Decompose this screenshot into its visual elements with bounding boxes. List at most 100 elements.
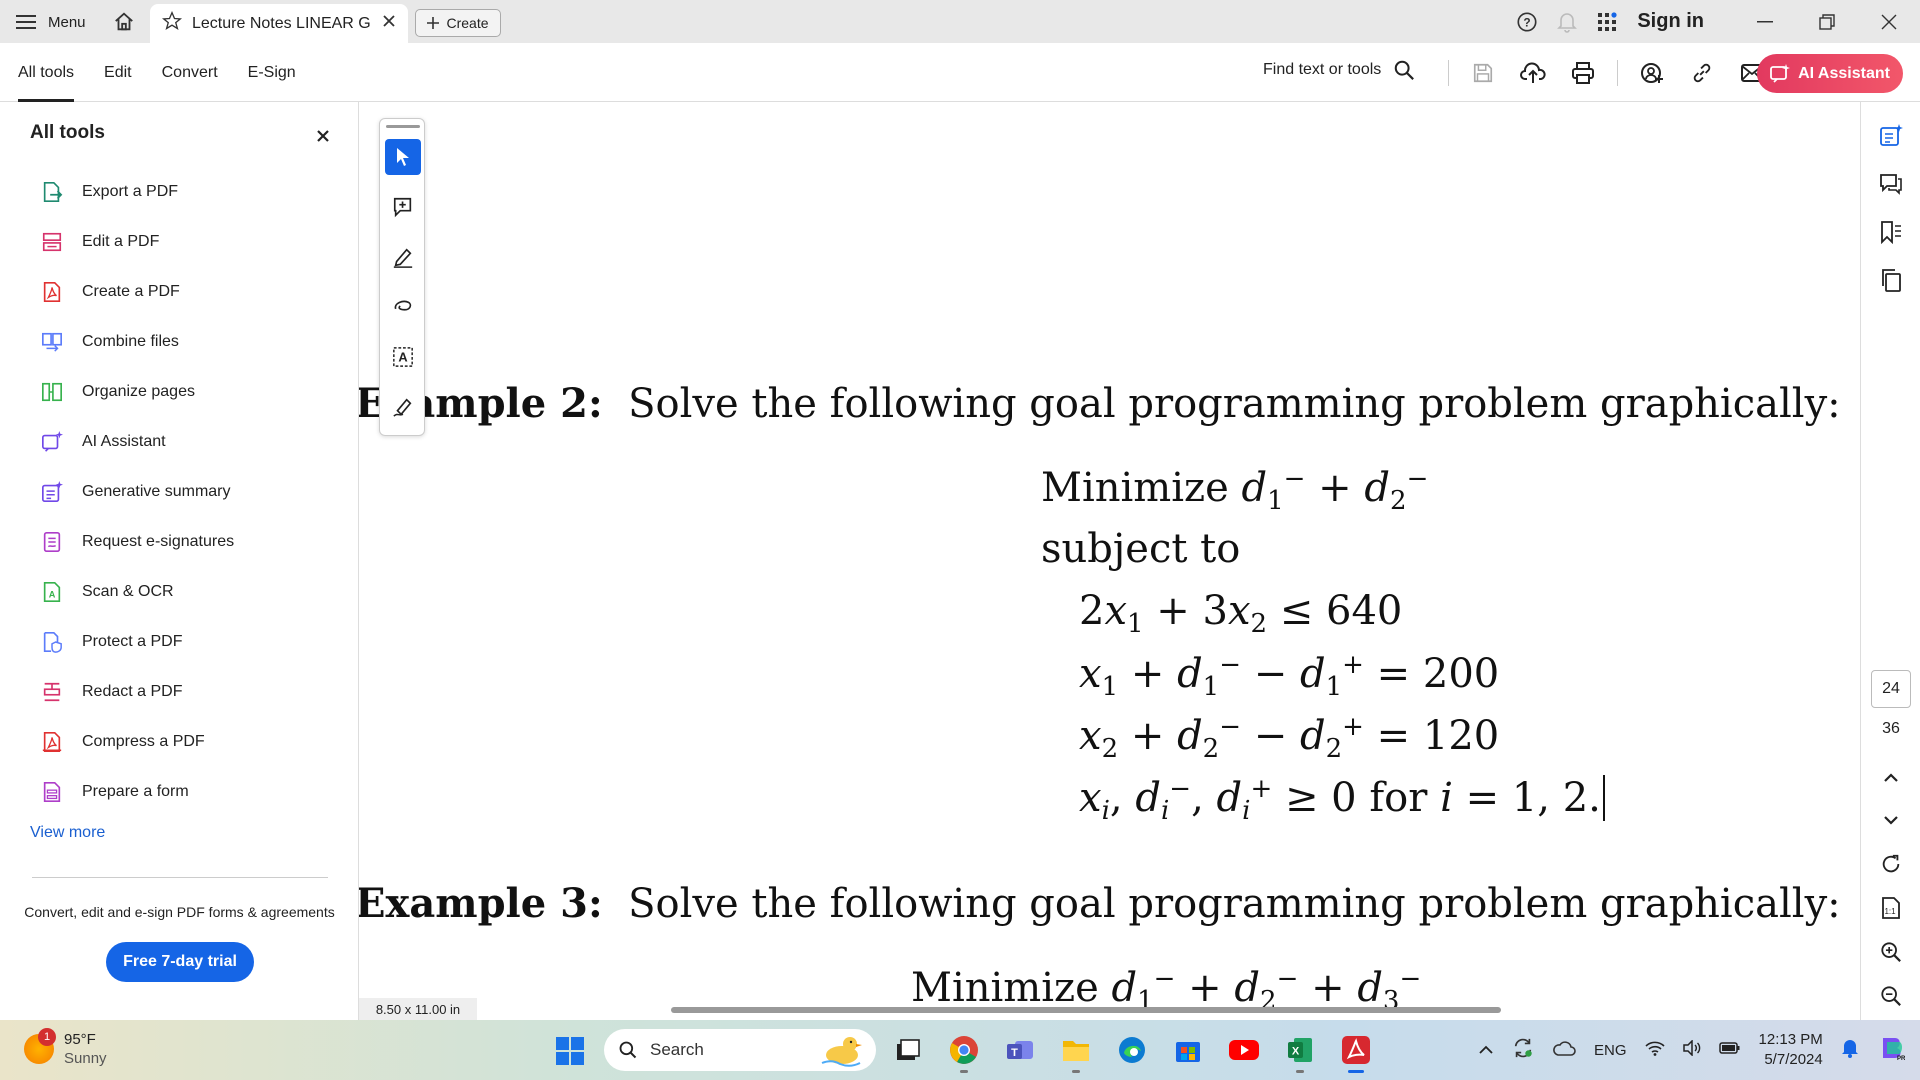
select-cursor-icon[interactable] <box>385 139 421 175</box>
next-page-icon[interactable] <box>1877 806 1905 834</box>
panel-divider <box>32 877 328 878</box>
tool-item-label: AI Assistant <box>82 433 166 450</box>
tool-item-request-esign[interactable]: Request e-signatures <box>40 517 234 567</box>
apps-grid-icon[interactable] <box>1587 0 1627 43</box>
title-bar: Menu Lecture Notes LINEAR G... Create ? … <box>0 0 1920 43</box>
tool-item-create-pdf[interactable]: Create a PDF <box>40 267 234 317</box>
highlight-pen-icon[interactable] <box>385 239 421 275</box>
tool-item-label: Redact a PDF <box>82 683 183 700</box>
rotate-page-icon[interactable] <box>1877 850 1905 878</box>
tool-item-protect-pdf[interactable]: Protect a PDF <box>40 617 234 667</box>
notification-bell-icon[interactable] <box>1547 0 1587 43</box>
tab-convert[interactable]: Convert <box>162 43 218 102</box>
sign-in-button[interactable]: Sign in <box>1627 10 1734 33</box>
free-trial-button[interactable]: Free 7-day trial <box>106 942 254 982</box>
find-text-or-tools[interactable]: Find text or tools <box>1263 59 1415 81</box>
document-tab[interactable]: Lecture Notes LINEAR G... <box>150 4 408 43</box>
microsoft-store-icon[interactable] <box>1168 1030 1208 1070</box>
system-clock[interactable]: 12:13 PM 5/7/2024 <box>1759 1030 1823 1070</box>
add-comment-icon[interactable] <box>385 189 421 225</box>
edge-icon[interactable] <box>1112 1030 1152 1070</box>
ai-assistant-button[interactable]: AI Assistant <box>1757 54 1903 93</box>
tool-item-prepare-form[interactable]: Prepare a form <box>40 767 234 817</box>
page-thumbnails-icon[interactable] <box>1877 266 1905 294</box>
notification-bell-icon[interactable] <box>1841 1038 1859 1062</box>
comments-icon[interactable] <box>1877 170 1905 198</box>
help-icon[interactable]: ? <box>1507 0 1547 43</box>
windows-start-icon[interactable] <box>556 1037 584 1065</box>
excel-icon[interactable]: X <box>1280 1030 1320 1073</box>
upload-cloud-icon[interactable] <box>1517 57 1549 89</box>
share-user-icon[interactable] <box>1636 57 1668 89</box>
onedrive-cloud-icon[interactable] <box>1552 1040 1576 1060</box>
toolbar-icons <box>1448 57 1768 89</box>
previous-page-icon[interactable] <box>1877 764 1905 792</box>
svg-text:T: T <box>1011 1047 1018 1059</box>
wifi-icon[interactable] <box>1644 1040 1665 1060</box>
close-tab-icon[interactable] <box>382 14 396 33</box>
close-window-icon[interactable] <box>1858 0 1920 43</box>
restore-window-icon[interactable] <box>1796 0 1858 43</box>
minimize-window-icon[interactable] <box>1734 0 1796 43</box>
page-display-icon[interactable]: 1:1 <box>1877 894 1905 922</box>
tool-item-generative-summary[interactable]: Generative summary <box>40 467 234 517</box>
draw-freeform-icon[interactable] <box>385 289 421 325</box>
view-more-link[interactable]: View more <box>30 824 105 842</box>
star-icon[interactable] <box>161 10 183 36</box>
taskbar-search[interactable]: Search <box>604 1029 876 1071</box>
show-hidden-icons-icon[interactable] <box>1478 1042 1494 1059</box>
tool-item-ai-assistant[interactable]: AI Assistant <box>40 417 234 467</box>
duck-illustration-icon <box>821 1037 862 1067</box>
youtube-icon[interactable] <box>1224 1030 1264 1070</box>
chrome-icon[interactable] <box>944 1030 984 1073</box>
bookmarks-icon[interactable] <box>1877 218 1905 246</box>
compress-pdf-icon <box>40 730 64 754</box>
zoom-out-icon[interactable] <box>1877 982 1905 1010</box>
total-pages: 36 <box>1882 720 1900 737</box>
tab-edit[interactable]: Edit <box>104 43 132 102</box>
link-icon[interactable] <box>1686 57 1718 89</box>
edit-pdf-icon <box>40 230 64 254</box>
print-icon[interactable] <box>1567 57 1599 89</box>
text-box-icon[interactable]: A <box>385 339 421 375</box>
copilot-icon[interactable]: PRE <box>1877 1034 1909 1066</box>
language-indicator[interactable]: ENG <box>1594 1042 1627 1059</box>
sign-icon[interactable] <box>385 389 421 425</box>
find-label: Find text or tools <box>1263 61 1382 78</box>
menu-button[interactable]: Menu <box>16 10 86 34</box>
close-panel-icon[interactable] <box>316 126 330 149</box>
svg-text:1:1: 1:1 <box>1884 907 1896 916</box>
drag-handle[interactable] <box>386 125 420 128</box>
sync-icon[interactable] <box>1512 1037 1534 1063</box>
file-explorer-icon[interactable] <box>1056 1030 1096 1073</box>
quick-tools-bar: A <box>379 118 425 436</box>
document-viewer[interactable]: Example 2: Solve the following goal prog… <box>359 102 1841 1020</box>
task-view-icon[interactable] <box>888 1030 928 1070</box>
tool-item-redact-pdf[interactable]: Redact a PDF <box>40 667 234 717</box>
battery-icon[interactable] <box>1718 1041 1741 1059</box>
main-toolbar: All tools Edit Convert E-Sign Find text … <box>0 43 1920 102</box>
zoom-in-icon[interactable] <box>1877 938 1905 966</box>
tool-item-compress-pdf[interactable]: Compress a PDF <box>40 717 234 767</box>
current-page-input[interactable]: 24 <box>1871 670 1911 708</box>
scan-ocr-icon: A <box>40 580 64 604</box>
tool-item-scan-ocr[interactable]: A Scan & OCR <box>40 567 234 617</box>
volume-icon[interactable] <box>1682 1039 1701 1060</box>
save-icon[interactable] <box>1467 57 1499 89</box>
tool-item-organize-pages[interactable]: Organize pages <box>40 367 234 417</box>
tab-all-tools[interactable]: All tools <box>18 43 75 102</box>
tool-item-edit-pdf[interactable]: Edit a PDF <box>40 217 234 267</box>
pdf-page: Example 2: Solve the following goal prog… <box>359 102 1841 1020</box>
generative-summary-icon[interactable] <box>1877 122 1905 150</box>
horizontal-scrollbar[interactable] <box>671 1007 1501 1013</box>
teams-icon[interactable]: T <box>1000 1030 1040 1070</box>
subject-to-line: subject to <box>1041 526 1241 572</box>
tab-e-sign[interactable]: E-Sign <box>248 43 296 102</box>
tool-item-export-pdf[interactable]: Export a PDF <box>40 167 234 217</box>
acrobat-icon[interactable] <box>1336 1030 1376 1073</box>
weather-widget[interactable]: 1 95°F Sunny <box>24 1028 107 1068</box>
create-button[interactable]: Create <box>415 9 501 37</box>
home-icon[interactable] <box>110 8 138 36</box>
tool-item-combine-files[interactable]: Combine files <box>40 317 234 367</box>
toolbar-separator <box>1617 60 1618 86</box>
